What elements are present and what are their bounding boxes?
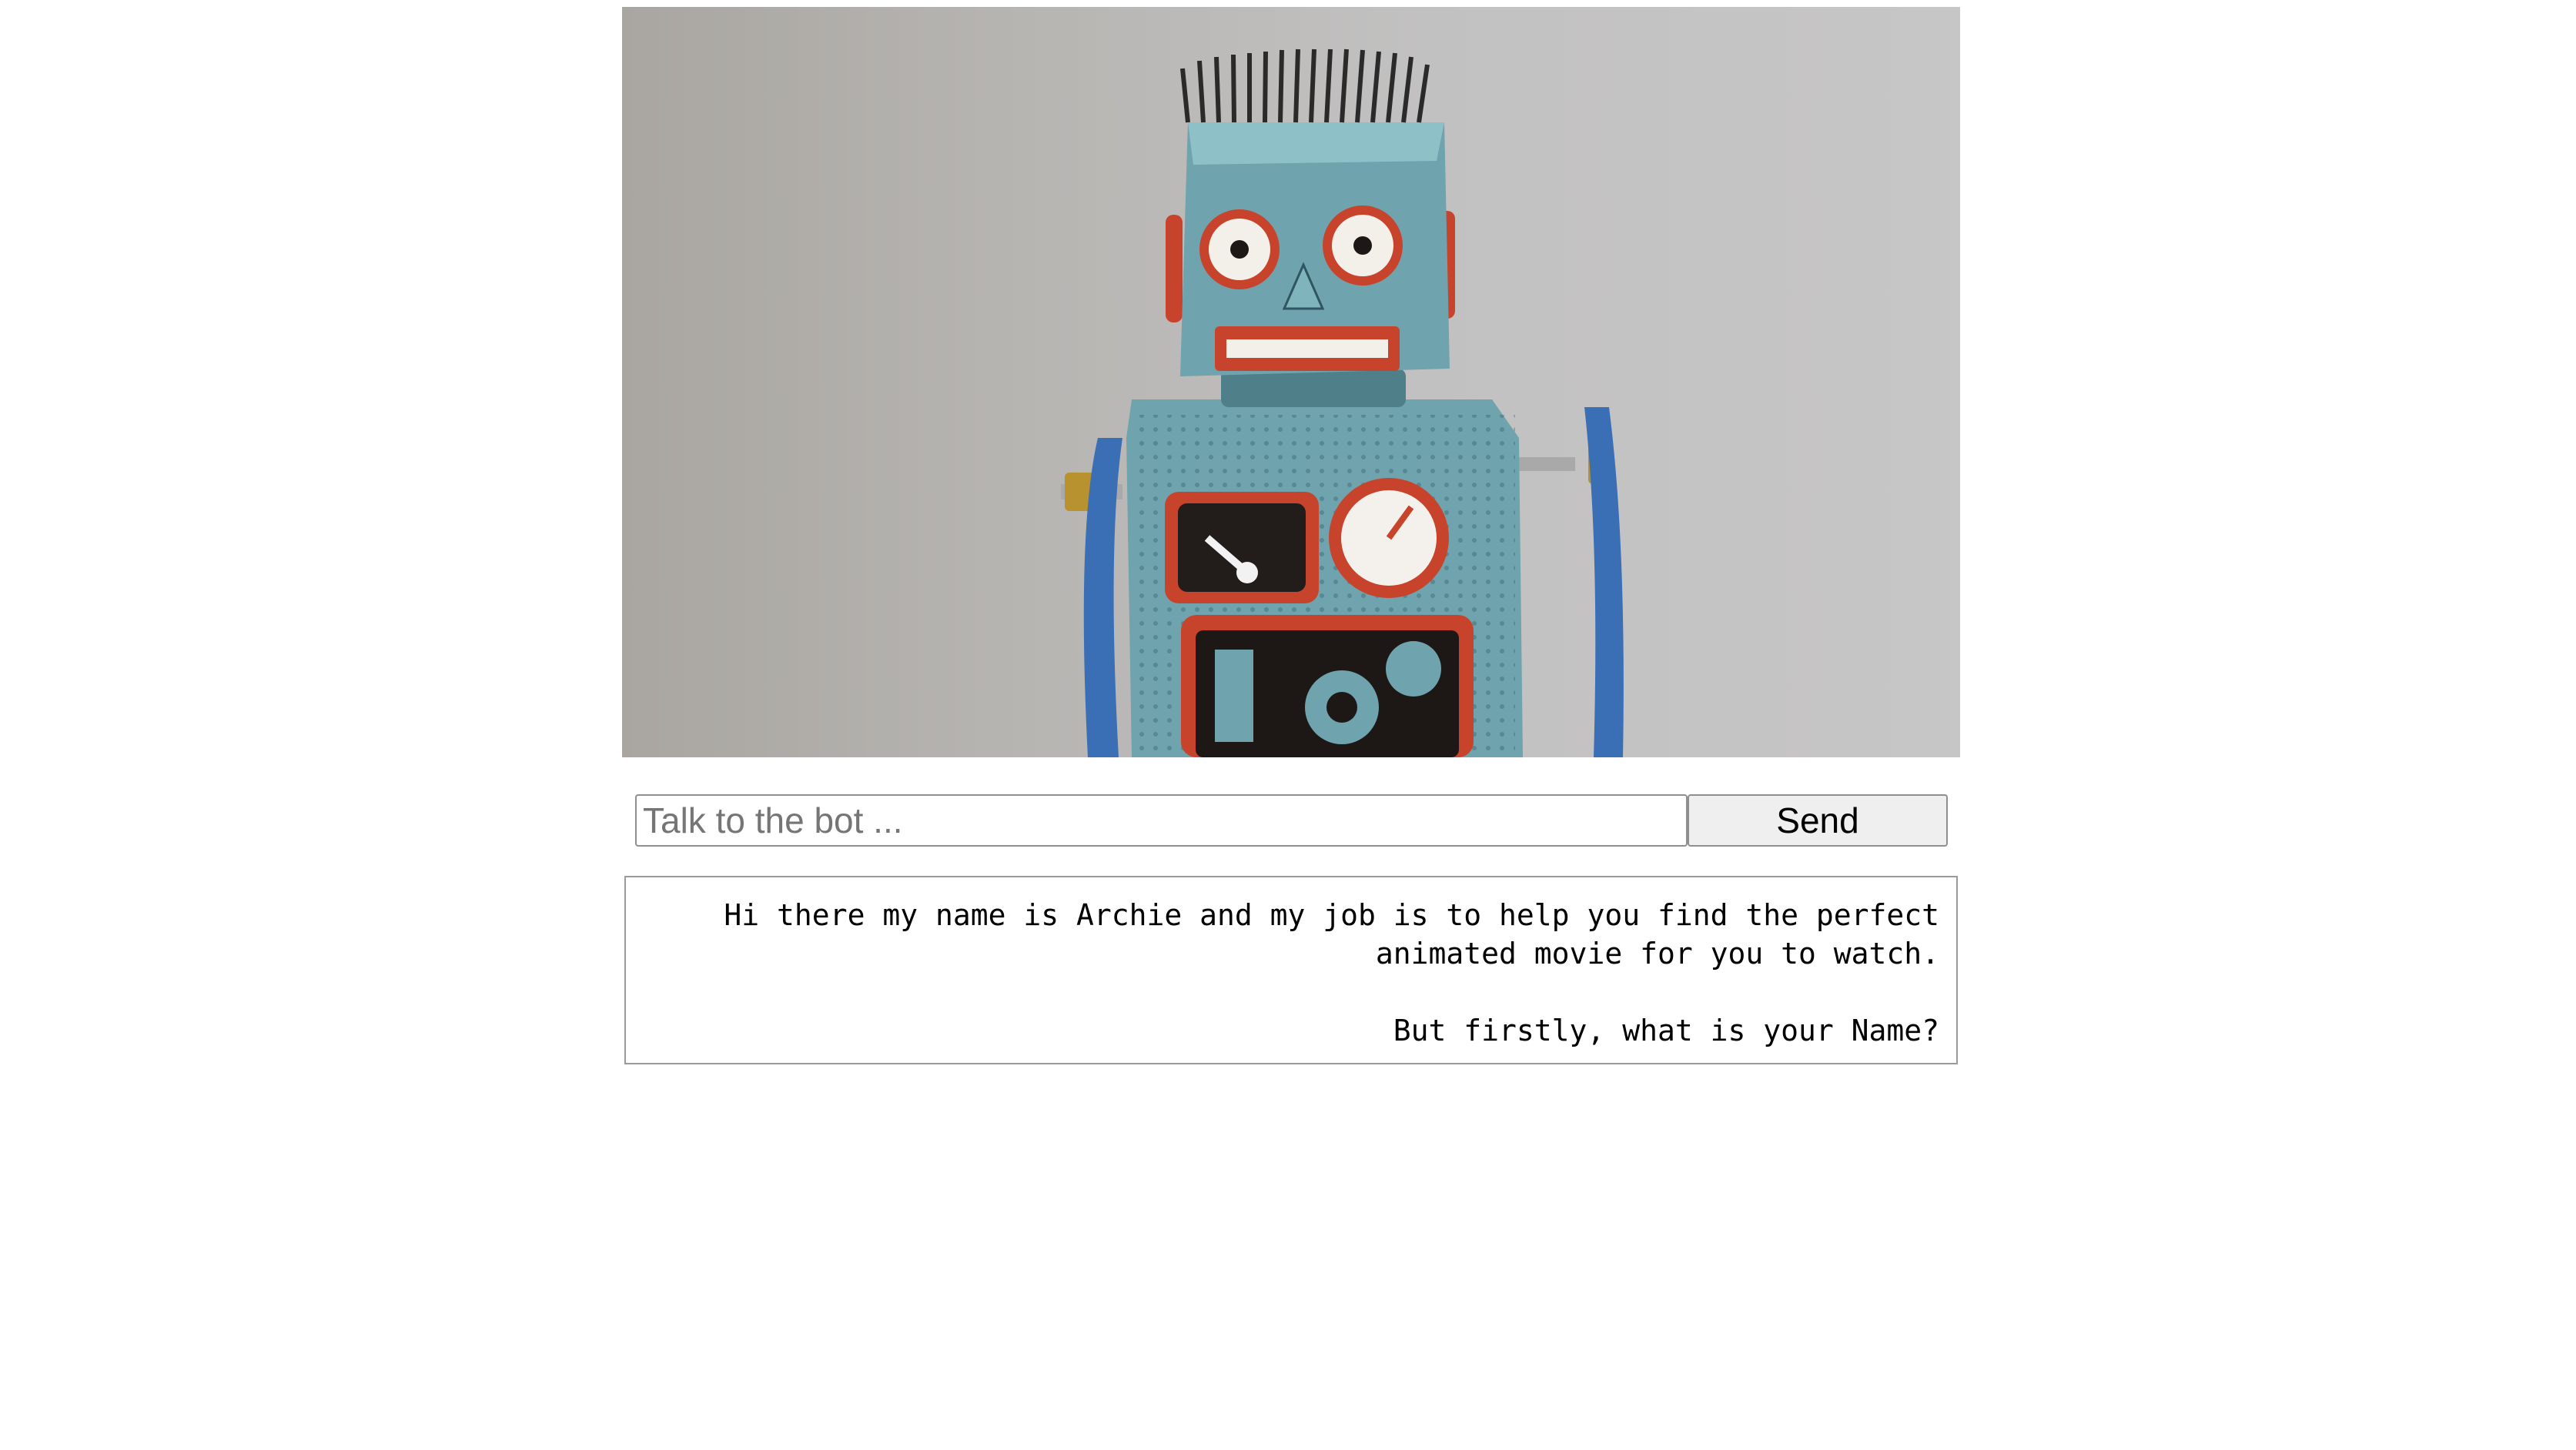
robot-torso [1126,399,1523,757]
bot-message-line: Hi there my name is Archie and my job is… [724,898,1939,932]
robot-left-arm [1061,438,1122,757]
robot-head [1166,48,1455,376]
robot-neck [1221,369,1406,407]
bot-response-box: Hi there my name is Archie and my job is… [624,876,1958,1064]
bot-question-line: But firstly, what is your Name? [1393,1014,1939,1047]
bot-message-line: animated movie for you to watch. [1375,937,1939,971]
robot-illustration [1061,48,1624,757]
robot-right-arm [1506,407,1624,757]
chat-input[interactable] [635,794,1688,847]
chat-form: Send [635,794,1948,847]
robot-hero-image [622,7,1960,757]
send-button[interactable]: Send [1688,794,1948,847]
